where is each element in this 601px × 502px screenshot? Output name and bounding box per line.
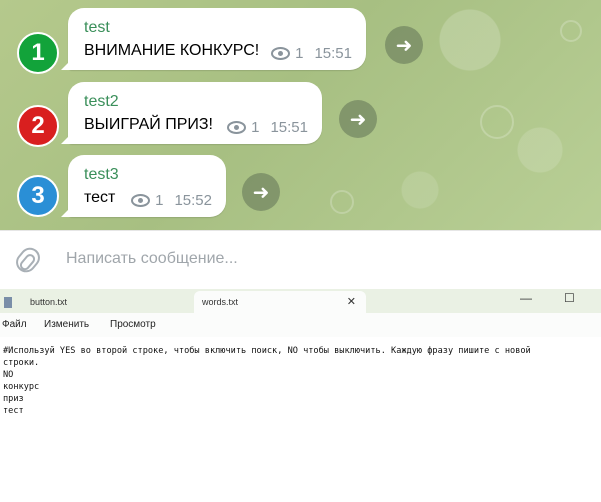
view-count: 1 (295, 45, 304, 62)
tab-label: button.txt (30, 297, 68, 307)
text-line: NO (3, 370, 14, 380)
text-line: приз (3, 394, 24, 404)
message-meta: 1 15:51 (227, 119, 308, 136)
eye-icon (227, 121, 247, 134)
text-line: #Используй YES во второй строке, чтобы в… (3, 346, 531, 356)
tab-button-txt[interactable]: button.txt (0, 291, 190, 313)
message-meta: 1 15:51 (271, 45, 352, 62)
forward-arrow-icon[interactable]: ➜ (242, 173, 280, 211)
number-badge-3: 3 (17, 175, 59, 217)
message-meta: 1 15:52 (131, 192, 212, 209)
number-badge-2: 2 (17, 105, 59, 147)
minimize-icon[interactable]: — (520, 291, 532, 305)
paperclip-icon[interactable] (11, 243, 45, 277)
forward-arrow-icon[interactable]: ➜ (385, 26, 423, 64)
menu-view[interactable]: Просмотр (110, 319, 156, 330)
text-line: тест (3, 406, 24, 416)
text-line: строки. (3, 358, 40, 368)
background-doodle (330, 190, 354, 214)
title-bar: button.txt words.txt ✕ — ☐ (0, 289, 601, 313)
view-count: 1 (155, 192, 164, 209)
message-time: 15:51 (270, 119, 308, 136)
notepad-window: button.txt words.txt ✕ — ☐ Файл Изменить… (0, 289, 601, 502)
message-time: 15:51 (314, 45, 352, 62)
message-sender[interactable]: test3 (84, 166, 119, 184)
tab-words-txt[interactable]: words.txt ✕ (194, 291, 366, 313)
message-text: ВЫИГРАЙ ПРИЗ! (84, 116, 213, 133)
eye-icon (271, 47, 291, 60)
close-icon[interactable]: ✕ (347, 295, 356, 308)
message-text: ВНИМАНИЕ КОНКУРС! (84, 42, 260, 59)
message-input[interactable]: Написать сообщение... (66, 250, 238, 268)
menu-file[interactable]: Файл (2, 319, 27, 330)
background-doodle (480, 105, 514, 139)
message-bubble[interactable]: test ВНИМАНИЕ КОНКУРС! 1 15:51 (68, 8, 366, 70)
message-bubble[interactable]: test2 ВЫИГРАЙ ПРИЗ! 1 15:51 (68, 82, 322, 144)
text-editor[interactable]: #Используй YES во второй строке, чтобы в… (0, 345, 601, 417)
message-sender[interactable]: test2 (84, 93, 119, 111)
menu-bar: Файл Изменить Просмотр (0, 313, 601, 337)
message-bubble[interactable]: test3 тест 1 15:52 (68, 155, 226, 217)
message-time: 15:52 (174, 192, 212, 209)
forward-arrow-icon[interactable]: ➜ (339, 100, 377, 138)
message-text: тест (84, 189, 116, 206)
chat-area: 1 test ВНИМАНИЕ КОНКУРС! 1 15:51 ➜ 2 tes… (0, 0, 601, 230)
message-composer: Написать сообщение... (0, 230, 601, 287)
text-line: конкурс (3, 382, 40, 392)
maximize-icon[interactable]: ☐ (564, 291, 575, 305)
menu-edit[interactable]: Изменить (44, 319, 89, 330)
number-badge-1: 1 (17, 32, 59, 74)
view-count: 1 (251, 119, 260, 136)
tab-label: words.txt (202, 297, 239, 307)
message-sender[interactable]: test (84, 19, 110, 37)
file-icon (4, 296, 12, 308)
eye-icon (131, 194, 151, 207)
background-doodle (560, 20, 582, 42)
